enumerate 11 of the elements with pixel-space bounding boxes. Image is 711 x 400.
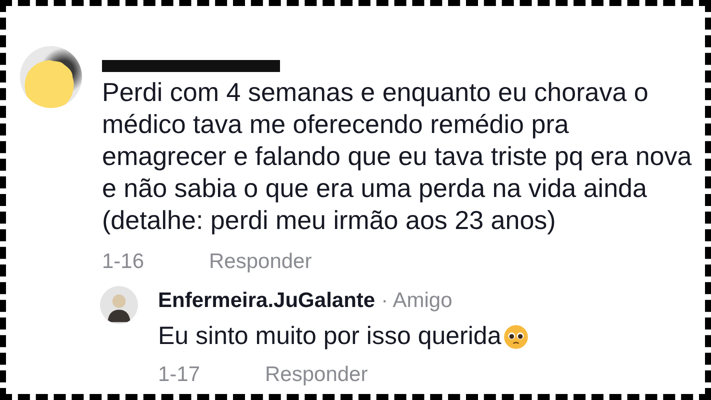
comment-text: Perdi com 4 semanas e enquanto eu chorava o médico tava me oferecendo remédio pra emagrecer e falando que eu tava triste pq era nova e não sabia o que era uma perda na vida ainda (detalhe: perdi meu irmão aos 23 anos) xyxy=(102,76,692,236)
pleading-face-icon xyxy=(503,324,530,350)
username[interactable]: Enfermeira.JuGalante xyxy=(158,289,376,313)
reply-button[interactable]: Responder xyxy=(209,250,312,274)
relation-label: · Amigo xyxy=(381,289,452,313)
sticker-icon xyxy=(23,58,77,108)
avatar xyxy=(100,286,138,324)
comment-date: 1-16 xyxy=(102,250,146,274)
reply-button[interactable]: Responder xyxy=(265,363,368,387)
reply-date: 1-17 xyxy=(158,363,202,387)
reply-text: Eu sinto muito por isso querida xyxy=(158,322,502,351)
